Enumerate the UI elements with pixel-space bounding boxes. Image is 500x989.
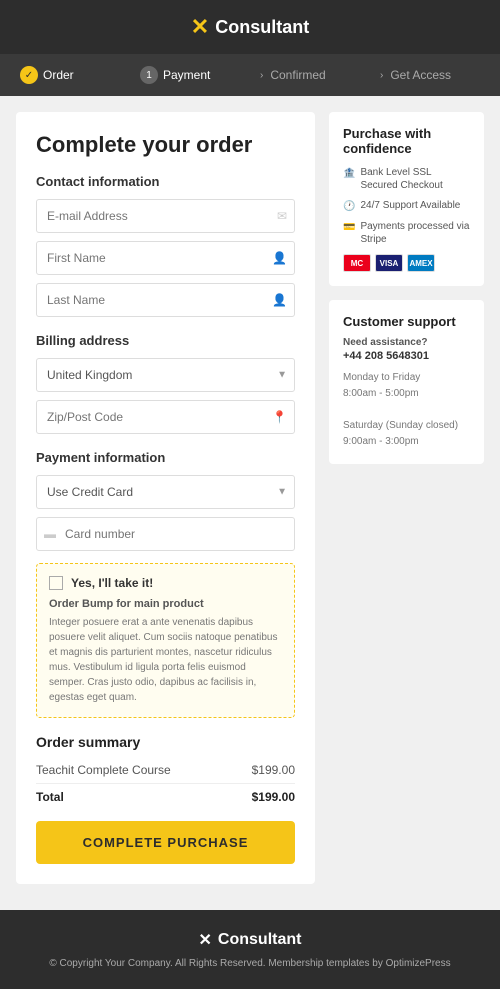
header: ✕ Consultant — [0, 0, 500, 54]
wallet-icon: 💳 — [343, 221, 355, 234]
weekday-time: 8:00am - 5:00pm — [343, 388, 419, 399]
order-item-price: $199.00 — [252, 763, 295, 777]
last-name-input[interactable] — [36, 283, 295, 317]
footer: ✕ Consultant © Copyright Your Company. A… — [0, 910, 500, 989]
confidence-item-stripe: 💳 Payments processed via Stripe — [343, 220, 470, 246]
step-get-access[interactable]: › Get Access — [370, 56, 490, 94]
logo: ✕ Consultant — [191, 14, 309, 40]
order-item-row: Teachit Complete Course $199.00 — [36, 760, 295, 780]
card-number-input[interactable] — [36, 517, 295, 551]
complete-purchase-button[interactable]: COMPLETE PURCHASE — [36, 821, 295, 864]
zipcode-input[interactable] — [36, 400, 295, 434]
support-hours: Monday to Friday 8:00am - 5:00pm Saturda… — [343, 370, 470, 450]
email-icon: ✉ — [277, 209, 287, 223]
bump-product-name: Order Bump for main product — [49, 598, 282, 610]
last-name-group: 👤 — [36, 283, 295, 317]
mastercard-icon: MC — [343, 254, 371, 272]
footer-logo-icon: ✕ — [199, 930, 212, 950]
payment-method-group: Use Credit Card ▼ — [36, 475, 295, 509]
step-payment[interactable]: 1 Payment — [130, 54, 250, 96]
confidence-item-ssl: 🏦 Bank Level SSL Secured Checkout — [343, 166, 470, 192]
order-total-row: Total $199.00 — [36, 783, 295, 807]
confidence-box: Purchase with confidence 🏦 Bank Level SS… — [329, 112, 484, 286]
first-name-input[interactable] — [36, 241, 295, 275]
step-get-access-arrow: › — [380, 70, 383, 81]
step-confirmed[interactable]: › Confirmed — [250, 56, 370, 94]
step-order-circle: ✓ — [20, 66, 38, 84]
email-input[interactable] — [36, 199, 295, 233]
weekday-label: Monday to Friday — [343, 372, 420, 383]
person-icon-2: 👤 — [272, 293, 287, 307]
footer-copyright: © Copyright Your Company. All Rights Res… — [20, 958, 480, 969]
confidence-item-support: 🕐 24/7 Support Available — [343, 199, 470, 213]
first-name-group: 👤 — [36, 241, 295, 275]
order-total-label: Total — [36, 790, 64, 804]
footer-logo: ✕ Consultant — [20, 930, 480, 950]
step-payment-label: Payment — [163, 68, 210, 82]
confidence-support-text: 24/7 Support Available — [360, 199, 460, 212]
confidence-title: Purchase with confidence — [343, 126, 470, 156]
order-summary-title: Order summary — [36, 734, 295, 750]
bump-description: Integer posuere erat a ante venenatis da… — [49, 615, 282, 705]
confidence-stripe-text: Payments processed via Stripe — [360, 220, 470, 246]
person-icon: 👤 — [272, 251, 287, 265]
progress-bar: ✓ Order 1 Payment › Confirmed › Get Acce… — [0, 54, 500, 96]
weekend-time: 9:00am - 3:00pm — [343, 436, 419, 447]
right-panel: Purchase with confidence 🏦 Bank Level SS… — [329, 112, 484, 884]
support-need-label: Need assistance? — [343, 337, 470, 348]
main-content: Complete your order Contact information … — [0, 96, 500, 900]
location-icon: 📍 — [272, 410, 287, 424]
order-total-price: $199.00 — [252, 790, 295, 804]
step-confirmed-arrow: › — [260, 70, 263, 81]
billing-section-title: Billing address — [36, 333, 295, 348]
email-group: ✉ — [36, 199, 295, 233]
visa-icon: VISA — [375, 254, 403, 272]
step-payment-circle: 1 — [140, 66, 158, 84]
country-select[interactable]: United Kingdom — [36, 358, 295, 392]
logo-icon: ✕ — [191, 14, 209, 40]
footer-logo-text: Consultant — [218, 931, 302, 949]
payment-section-title: Payment information — [36, 450, 295, 465]
card-icon-left: ▬ — [44, 527, 56, 541]
bump-checkbox-label: Yes, I'll take it! — [71, 576, 153, 590]
contact-section-title: Contact information — [36, 174, 295, 189]
order-bump: Yes, I'll take it! Order Bump for main p… — [36, 563, 295, 718]
payment-method-select[interactable]: Use Credit Card — [36, 475, 295, 509]
support-phone: +44 208 5648301 — [343, 350, 470, 362]
logo-text: Consultant — [215, 17, 309, 38]
step-confirmed-label: Confirmed — [270, 68, 325, 82]
step-order[interactable]: ✓ Order — [10, 54, 130, 96]
form-title: Complete your order — [36, 132, 295, 158]
weekend-label: Saturday (Sunday closed) — [343, 420, 458, 431]
bump-checkbox[interactable] — [49, 576, 63, 590]
clock-icon: 🕐 — [343, 200, 355, 213]
order-item-name: Teachit Complete Course — [36, 763, 171, 777]
bank-icon: 🏦 — [343, 167, 355, 180]
support-box: Customer support Need assistance? +44 20… — [329, 300, 484, 464]
step-get-access-label: Get Access — [390, 68, 451, 82]
step-order-label: Order — [43, 68, 74, 82]
amex-icon: AMEX — [407, 254, 435, 272]
country-group: United Kingdom ▼ — [36, 358, 295, 392]
confidence-ssl-text: Bank Level SSL Secured Checkout — [360, 166, 470, 192]
card-icons: MC VISA AMEX — [343, 254, 470, 272]
left-panel: Complete your order Contact information … — [16, 112, 315, 884]
support-title: Customer support — [343, 314, 470, 329]
bump-checkbox-row: Yes, I'll take it! — [49, 576, 282, 590]
card-number-group: ▬ — [36, 517, 295, 551]
zipcode-group: 📍 — [36, 400, 295, 434]
